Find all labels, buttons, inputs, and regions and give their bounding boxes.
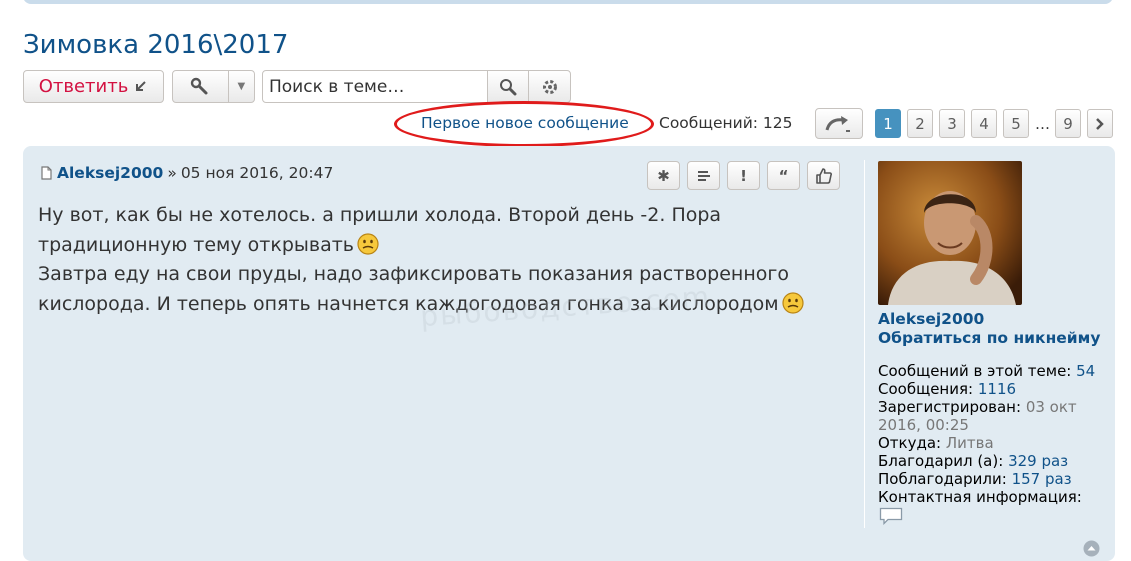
stat-value: Литва <box>945 434 994 452</box>
chevron-right-icon <box>1096 117 1104 130</box>
post-header: Aleksej2000 » 05 ноя 2016, 20:47 <box>39 164 333 182</box>
asterisk-icon: ✱ <box>657 166 670 185</box>
exclamation-icon: ! <box>740 166 747 185</box>
advanced-search-button[interactable] <box>528 70 571 103</box>
align-left-icon <box>697 170 710 181</box>
post-line-2: традиционную тему открывать <box>38 233 354 256</box>
stat-value-link[interactable]: 329 раз <box>1008 452 1068 470</box>
topic-search-input[interactable] <box>262 70 488 103</box>
quote-icon: “ <box>778 166 789 185</box>
stat-contact: Контактная информация: <box>878 488 1108 506</box>
header-separator: » <box>167 164 177 182</box>
profile-stats: Сообщений в этой теме: 54 Сообщения: 111… <box>878 362 1108 506</box>
topic-tools-button[interactable]: ▼ <box>172 70 255 103</box>
stat-location: Откуда: Литва <box>878 434 1108 452</box>
jump-arrow-icon <box>825 115 850 132</box>
smiley-icon <box>357 232 379 255</box>
search-button[interactable] <box>487 70 529 103</box>
page-9[interactable]: 9 <box>1055 109 1081 138</box>
thumbs-up-icon <box>815 167 832 184</box>
warn-button[interactable]: ✱ <box>647 161 680 190</box>
wrench-icon <box>173 71 229 102</box>
post-date: 05 ноя 2016, 20:47 <box>180 164 334 182</box>
post-document-icon[interactable] <box>39 166 53 180</box>
search-icon <box>500 78 517 95</box>
quote-button[interactable]: “ <box>767 161 800 190</box>
stat-registered: Зарегистрирован: 03 окт 2016, 00:25 <box>878 398 1108 434</box>
report-button[interactable]: ! <box>727 161 760 190</box>
post-profile-divider <box>864 160 865 528</box>
thanks-button[interactable] <box>807 161 840 190</box>
profile-name-link[interactable]: Aleksej2000 <box>878 310 984 328</box>
speech-bubble-icon[interactable] <box>879 507 903 525</box>
avatar[interactable] <box>878 161 1022 305</box>
stat-topic-posts: Сообщений в этой теме: 54 <box>878 362 1108 380</box>
jump-to-page-button[interactable] <box>815 108 863 139</box>
stat-value-link[interactable]: 157 раз <box>1012 470 1072 488</box>
stat-label: Сообщения: <box>878 380 974 398</box>
post-line-3: Завтра еду на свои пруды, надо зафиксиро… <box>38 263 789 285</box>
stat-value-link[interactable]: 1116 <box>978 380 1016 398</box>
stat-thanked: Благодарил (а): 329 раз <box>878 452 1108 470</box>
post-author-link[interactable]: Aleksej2000 <box>57 164 163 182</box>
topic-title[interactable]: Зимовка 2016\2017 <box>23 30 288 60</box>
stat-label: Контактная информация: <box>878 488 1082 506</box>
next-page-button[interactable] <box>1087 109 1113 138</box>
stat-posts: Сообщения: 1116 <box>878 380 1108 398</box>
reply-arrow-icon <box>136 80 147 91</box>
page-2[interactable]: 2 <box>907 109 933 138</box>
post-line-1: Ну вот, как бы не хотелось. а пришли хол… <box>38 204 722 226</box>
stat-label: Сообщений в этой теме: <box>878 362 1072 380</box>
page-1[interactable]: 1 <box>875 109 901 138</box>
gear-icon <box>542 79 557 94</box>
mention-user-link[interactable]: Обратиться по никнейму <box>878 329 1100 347</box>
pagination-ellipsis: … <box>1035 115 1050 133</box>
messages-count: Сообщений: 125 <box>659 114 793 132</box>
chevron-down-icon: ▼ <box>237 81 246 92</box>
page-3[interactable]: 3 <box>939 109 965 138</box>
stat-label: Зарегистрирован: <box>878 398 1022 416</box>
smiley-icon <box>782 291 804 314</box>
info-button[interactable] <box>687 161 720 190</box>
page-5[interactable]: 5 <box>1003 109 1029 138</box>
stat-label: Поблагодарили: <box>878 470 1007 488</box>
stat-label: Откуда: <box>878 434 942 452</box>
stat-value-link[interactable]: 54 <box>1076 362 1095 380</box>
top-panel-edge <box>23 0 1113 4</box>
stat-been-thanked: Поблагодарили: 157 раз <box>878 470 1108 488</box>
red-highlight-oval <box>394 101 654 147</box>
back-to-top-icon[interactable] <box>1083 540 1100 557</box>
reply-label: Ответить <box>38 76 129 97</box>
stat-label: Благодарил (а): <box>878 452 1004 470</box>
reply-button[interactable]: Ответить <box>23 70 164 103</box>
page-4[interactable]: 4 <box>971 109 997 138</box>
